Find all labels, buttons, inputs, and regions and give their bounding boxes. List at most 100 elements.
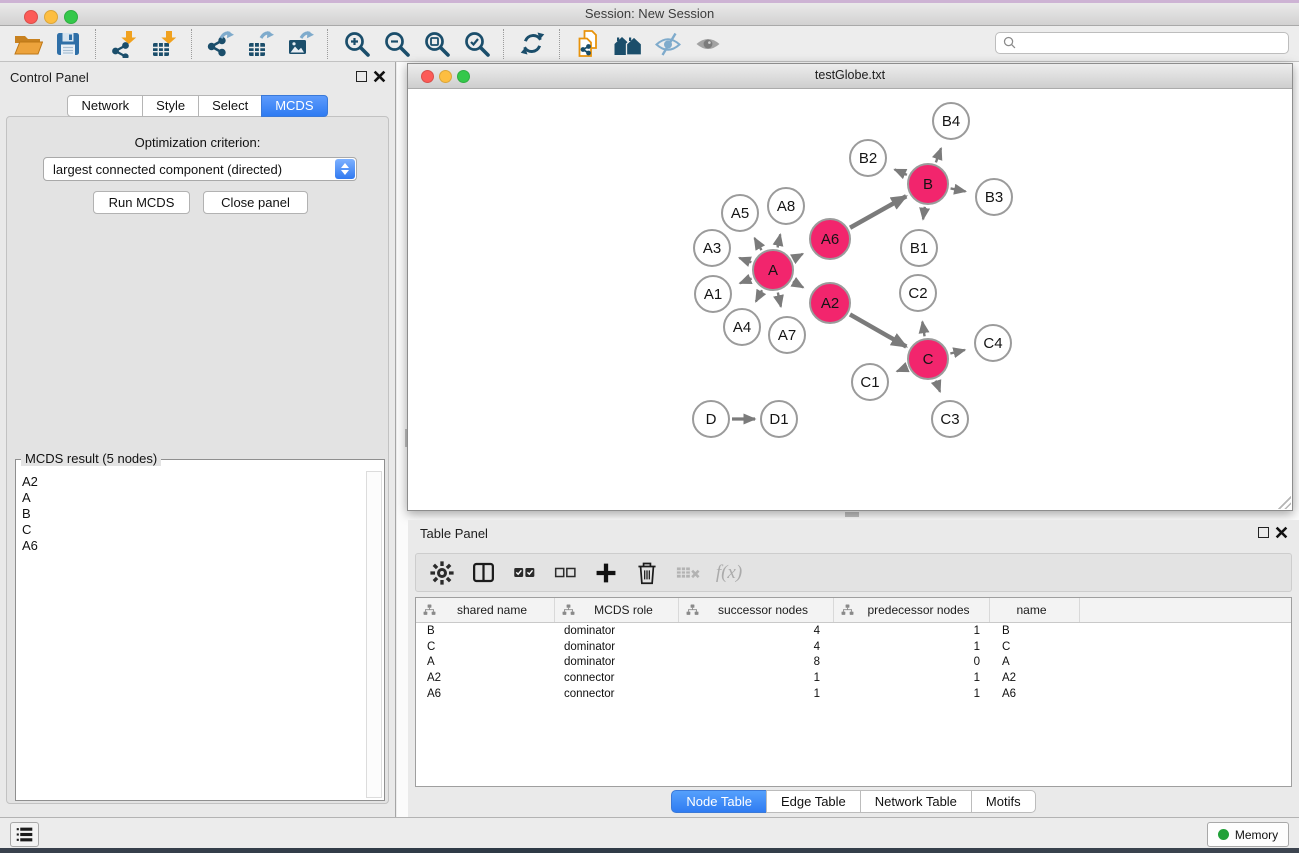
table-row[interactable]: Bdominator41B (416, 623, 1291, 639)
graph-node-B4[interactable]: B4 (932, 102, 970, 140)
graph-edge-A-A4[interactable] (756, 290, 762, 301)
graph-node-B[interactable]: B (907, 163, 949, 205)
zoom-in-icon[interactable] (336, 27, 376, 61)
graph-edge-A-A7[interactable] (778, 292, 781, 306)
graph-edge-B-B3[interactable] (951, 188, 966, 191)
search-input[interactable] (1022, 33, 1288, 53)
close-panel-button[interactable]: Close panel (203, 191, 308, 214)
table-row[interactable]: A2connector11A2 (416, 670, 1291, 686)
graph-edge-A-A8[interactable] (778, 234, 781, 247)
delete-table-icon[interactable] (675, 559, 701, 587)
tab-select[interactable]: Select (198, 95, 262, 117)
column-header-shared-name[interactable]: shared name (416, 598, 555, 622)
graph-node-D[interactable]: D (692, 400, 730, 438)
close-panel-icon[interactable] (373, 70, 386, 83)
mcds-result-item[interactable]: A (22, 490, 367, 506)
search-field[interactable] (995, 32, 1289, 54)
column-header-predecessor-nodes[interactable]: predecessor nodes (834, 598, 990, 622)
graph-node-C2[interactable]: C2 (899, 274, 937, 312)
graph-node-A[interactable]: A (752, 249, 794, 291)
mcds-result-item[interactable]: B (22, 506, 367, 522)
float-table-panel-icon[interactable] (1258, 527, 1269, 538)
graph-node-A4[interactable]: A4 (723, 308, 761, 346)
table-row[interactable]: A6connector11A6 (416, 686, 1291, 702)
show-panel-icon[interactable] (688, 27, 728, 61)
export-network-icon[interactable] (200, 27, 240, 61)
graph-edge-A-A6[interactable] (793, 254, 803, 259)
import-table-icon[interactable] (144, 27, 184, 61)
graph-node-C3[interactable]: C3 (931, 400, 969, 438)
tab-network-table[interactable]: Network Table (860, 790, 972, 813)
graph-edge-A-A3[interactable] (739, 258, 751, 262)
network-canvas[interactable]: B4 B2 B B3 A8A5 A6 B1 A3 A A1 C2 A2 A4A7 C4 C C1 C3 D D1 (408, 89, 1292, 510)
select-all-icon[interactable] (511, 559, 537, 587)
graph-edge-C-C1[interactable] (897, 367, 907, 371)
function-builder-icon[interactable]: f(x) (716, 559, 742, 587)
export-image-icon[interactable] (280, 27, 320, 61)
mcds-result-item[interactable]: C (22, 522, 367, 538)
graph-node-D1[interactable]: D1 (760, 400, 798, 438)
tab-edge-table[interactable]: Edge Table (766, 790, 861, 813)
horizontal-scroll-thumb[interactable] (845, 512, 859, 517)
graph-edge-A-A5[interactable] (755, 238, 762, 250)
graph-node-A1[interactable]: A1 (694, 275, 732, 313)
graph-node-A3[interactable]: A3 (693, 229, 731, 267)
table-row[interactable]: Adominator80A (416, 655, 1291, 671)
deselect-all-icon[interactable] (552, 559, 578, 587)
hide-panel-icon[interactable] (648, 27, 688, 61)
tab-node-table[interactable]: Node Table (671, 790, 767, 813)
graph-node-A2[interactable]: A2 (809, 282, 851, 324)
result-list-scrollbar[interactable] (366, 471, 382, 798)
home-icon[interactable] (608, 27, 648, 61)
graph-node-A8[interactable]: A8 (767, 187, 805, 225)
import-network-icon[interactable] (104, 27, 144, 61)
graph-edge-B-B4[interactable] (936, 148, 941, 162)
graph-node-A7[interactable]: A7 (768, 316, 806, 354)
graph-edge-A-A1[interactable] (740, 279, 752, 284)
graph-node-C1[interactable]: C1 (851, 363, 889, 401)
graph-node-C4[interactable]: C4 (974, 324, 1012, 362)
tab-network[interactable]: Network (67, 95, 143, 117)
memory-button[interactable]: Memory (1207, 822, 1289, 847)
delete-icon[interactable] (634, 559, 660, 587)
task-history-button[interactable] (10, 822, 39, 847)
graph-edge-C-C3[interactable] (936, 381, 940, 392)
graph-edge-C-C4[interactable] (950, 350, 965, 354)
zoom-selected-icon[interactable] (456, 27, 496, 61)
float-panel-icon[interactable] (356, 71, 367, 82)
column-header-successor-nodes[interactable]: successor nodes (679, 598, 834, 622)
graph-node-A6[interactable]: A6 (809, 218, 851, 260)
graph-node-B1[interactable]: B1 (900, 229, 938, 267)
graph-node-B3[interactable]: B3 (975, 178, 1013, 216)
graph-edge-C-C2[interactable] (922, 322, 924, 337)
save-session-icon[interactable] (48, 27, 88, 61)
tab-mcds[interactable]: MCDS (261, 95, 327, 117)
column-header-name[interactable]: name (990, 598, 1080, 622)
graph-edge-B-B1[interactable] (923, 207, 925, 220)
graph-edge-A6-B[interactable] (850, 196, 906, 228)
open-session-icon[interactable] (8, 27, 48, 61)
mcds-result-item[interactable]: A2 (22, 474, 367, 490)
run-mcds-button[interactable]: Run MCDS (93, 191, 190, 214)
criterion-select[interactable]: largest connected component (directed) (43, 157, 357, 181)
column-header-MCDS-role[interactable]: MCDS role (555, 598, 679, 622)
graph-edge-B-B2[interactable] (895, 170, 907, 175)
mcds-result-item[interactable]: A6 (22, 538, 367, 554)
network-window-titlebar[interactable]: testGlobe.txt (408, 64, 1292, 89)
refresh-icon[interactable] (512, 27, 552, 61)
close-table-panel-icon[interactable] (1275, 526, 1288, 539)
tab-motifs[interactable]: Motifs (971, 790, 1036, 813)
tab-style[interactable]: Style (142, 95, 199, 117)
clone-network-icon[interactable] (568, 27, 608, 61)
graph-node-B2[interactable]: B2 (849, 139, 887, 177)
graph-node-A5[interactable]: A5 (721, 194, 759, 232)
graph-node-C[interactable]: C (907, 338, 949, 380)
zoom-out-icon[interactable] (376, 27, 416, 61)
graph-edge-A-A2[interactable] (793, 282, 803, 288)
table-options-icon[interactable] (429, 559, 455, 587)
show-columns-icon[interactable] (470, 559, 496, 587)
graph-edge-A2-C[interactable] (850, 314, 906, 346)
table-row[interactable]: Cdominator41C (416, 639, 1291, 655)
zoom-fit-icon[interactable] (416, 27, 456, 61)
add-icon[interactable] (593, 559, 619, 587)
